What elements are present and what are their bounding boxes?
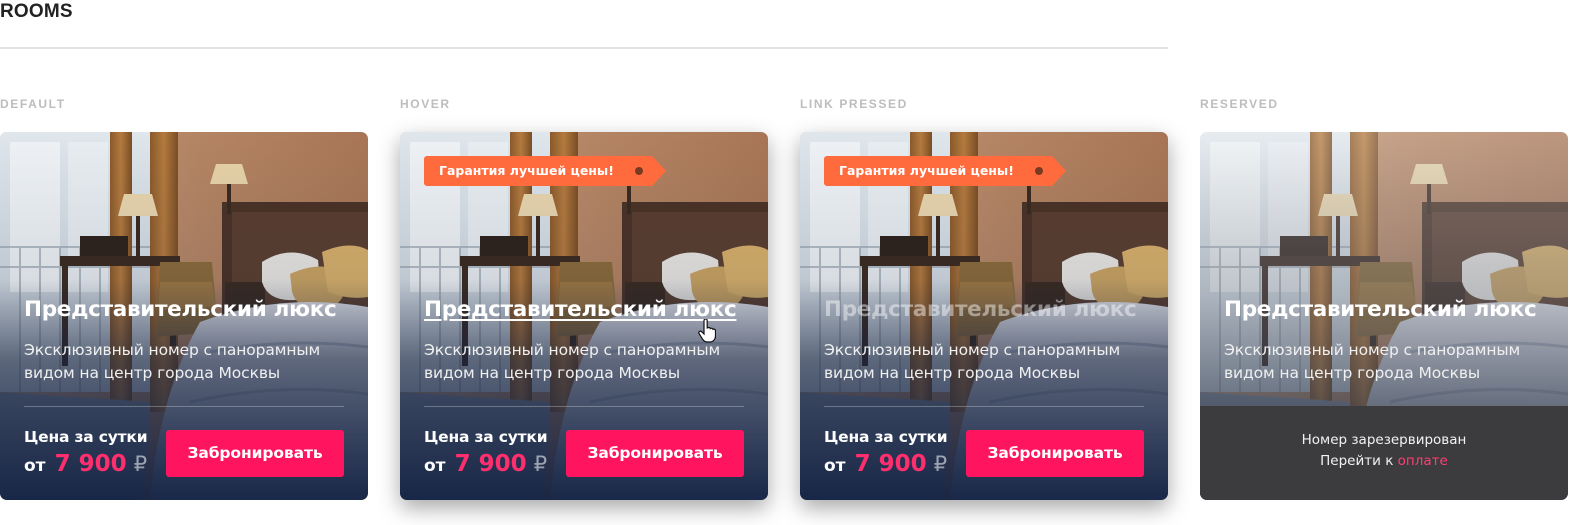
price-value: 7 900 (454, 451, 527, 477)
price: от 7 900 ₽ (424, 448, 547, 482)
price: от 7 900 ₽ (24, 448, 147, 482)
book-button[interactable]: Забронировать (166, 430, 344, 477)
reserved-status: Номер зарезервирован (1301, 432, 1467, 448)
price-label: Цена за сутки (24, 428, 148, 446)
room-description: Эксклюзивный номер с панорамным видом на… (1224, 341, 1521, 382)
price-from: от (824, 456, 846, 476)
payment-link[interactable]: оплате (1398, 453, 1448, 469)
price-tag-hole-icon (634, 167, 643, 175)
state-label-reserved: RESERVED (1200, 97, 1279, 111)
room-description: Эксклюзивный номер с панорамным видом на… (24, 341, 321, 382)
badge-label: Гарантия лучшей цены! (839, 163, 1014, 178)
room-card-default[interactable]: Представительский люкс Эксклюзивный номе… (0, 132, 368, 500)
card-divider (824, 406, 1144, 407)
book-button[interactable]: Забронировать (966, 430, 1144, 477)
price-from: от (424, 456, 446, 476)
state-label-hover: HOVER (400, 97, 451, 111)
best-price-badge: Гарантия лучшей цены! (424, 156, 666, 186)
price-from: от (24, 456, 46, 476)
state-hover-column: HOVER Гарантия лучшей цены! Представител… (400, 96, 768, 500)
state-pressed-column: LINK PRESSED Гарантия лучшей цены! Предс… (800, 96, 1168, 500)
go-to-payment: Перейти к оплате (1200, 451, 1568, 472)
price: от 7 900 ₽ (824, 448, 947, 482)
currency-icon: ₽ (133, 452, 148, 476)
badge-label: Гарантия лучшей цены! (439, 163, 614, 178)
price-label: Цена за сутки (824, 428, 948, 446)
price-value: 7 900 (54, 451, 127, 477)
room-title-link[interactable]: Представительский люкс (24, 296, 354, 324)
room-description: Эксклюзивный номер с панорамным видом на… (424, 341, 721, 382)
section-divider (0, 47, 1168, 49)
card-divider (24, 406, 344, 407)
price-label: Цена за сутки (424, 428, 548, 446)
state-reserved-column: RESERVED Представительский люкс Эксклюзи… (1200, 96, 1568, 500)
state-label-default: DEFAULT (0, 97, 66, 111)
hand-pointer-cursor-icon (698, 319, 716, 343)
best-price-badge: Гарантия лучшей цены! (824, 156, 1066, 186)
room-card-reserved[interactable]: Представительский люкс Эксклюзивный номе… (1200, 132, 1568, 500)
currency-icon: ₽ (533, 452, 548, 476)
room-title-link[interactable]: Представительский люкс (1224, 296, 1554, 324)
room-card-pressed[interactable]: Гарантия лучшей цены! Представительский … (800, 132, 1168, 500)
currency-icon: ₽ (933, 452, 948, 476)
reserved-panel: Номер зарезервирован Перейти к оплате (1200, 406, 1568, 500)
room-card-hover[interactable]: Гарантия лучшей цены! Представительский … (400, 132, 768, 500)
card-divider (424, 406, 744, 407)
price-value: 7 900 (854, 451, 927, 477)
room-title-link[interactable]: Представительский люкс (824, 296, 1154, 324)
section-title: ROOMS (0, 1, 73, 22)
go-to-label: Перейти к (1320, 453, 1394, 469)
book-button[interactable]: Забронировать (566, 430, 744, 477)
room-description: Эксклюзивный номер с панорамным видом на… (824, 341, 1121, 382)
price-tag-hole-icon (1034, 167, 1043, 175)
state-label-pressed: LINK PRESSED (800, 97, 908, 111)
state-default-column: DEFAULT Представительский люкс Эксклюзив… (0, 96, 368, 500)
